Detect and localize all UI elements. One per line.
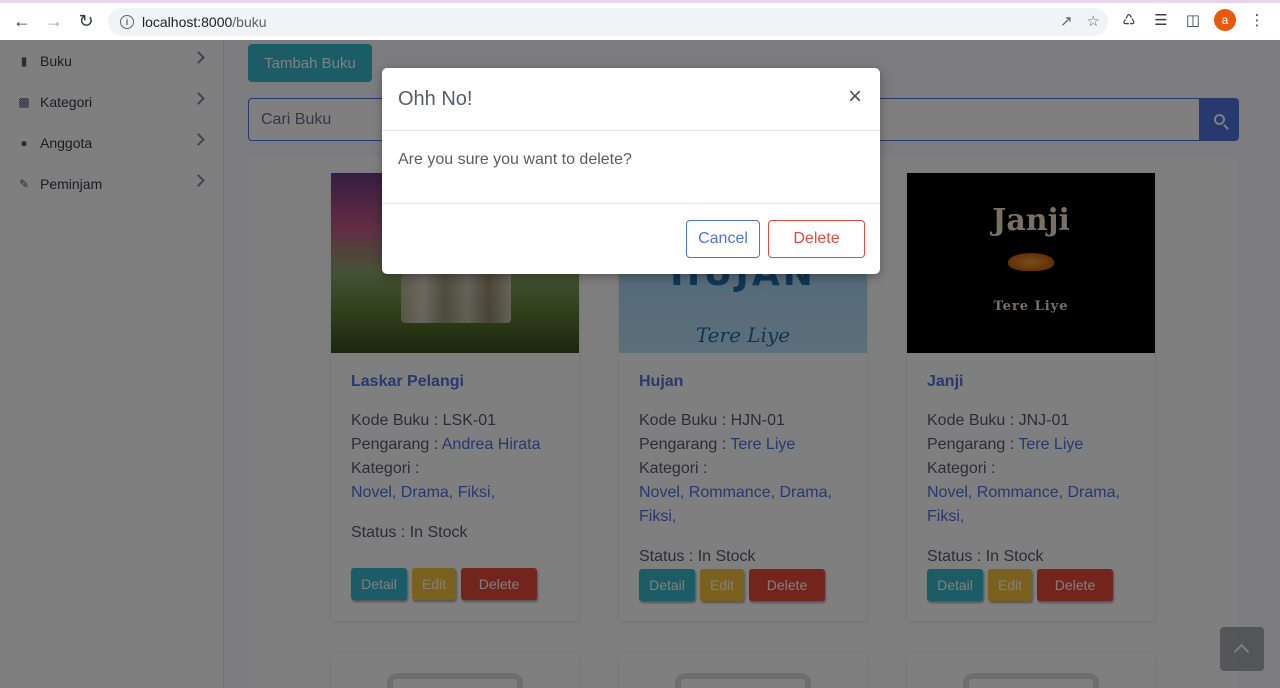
close-icon[interactable]: ×	[844, 85, 866, 109]
side-panel-icon[interactable]: ◫	[1182, 9, 1204, 31]
media-queue-icon[interactable]: ☰	[1150, 9, 1172, 31]
modal-footer: Cancel Delete	[382, 204, 880, 274]
menu-kebab-icon[interactable]: ⋮	[1246, 9, 1268, 31]
cancel-button[interactable]: Cancel	[686, 220, 760, 258]
confirm-delete-button[interactable]: Delete	[768, 220, 865, 258]
modal-header: Ohh No! ×	[382, 68, 880, 131]
extensions-puzzle-icon[interactable]: ♺	[1118, 9, 1140, 31]
back-arrow-icon[interactable]: ←	[6, 6, 38, 38]
delete-confirm-modal: Ohh No! × Are you sure you want to delet…	[382, 68, 880, 274]
bookmark-star-icon[interactable]: ☆	[1087, 12, 1100, 30]
profile-avatar[interactable]: a	[1214, 9, 1236, 31]
share-icon[interactable]: ↗	[1060, 12, 1073, 30]
modal-message: Are you sure you want to delete?	[382, 131, 880, 204]
info-icon[interactable]: i	[120, 15, 134, 29]
reload-icon[interactable]: ↻	[70, 6, 102, 38]
address-bar[interactable]: i localhost:8000/buku ↗ ☆	[108, 8, 1108, 36]
url-text[interactable]: localhost:8000/buku	[142, 14, 267, 30]
modal-title: Ohh No!	[398, 87, 473, 110]
forward-arrow-icon[interactable]: →	[38, 6, 70, 38]
browser-toolbar: ← → ↻ i localhost:8000/buku ↗ ☆ ♺ ☰ ◫ a …	[0, 0, 1280, 40]
